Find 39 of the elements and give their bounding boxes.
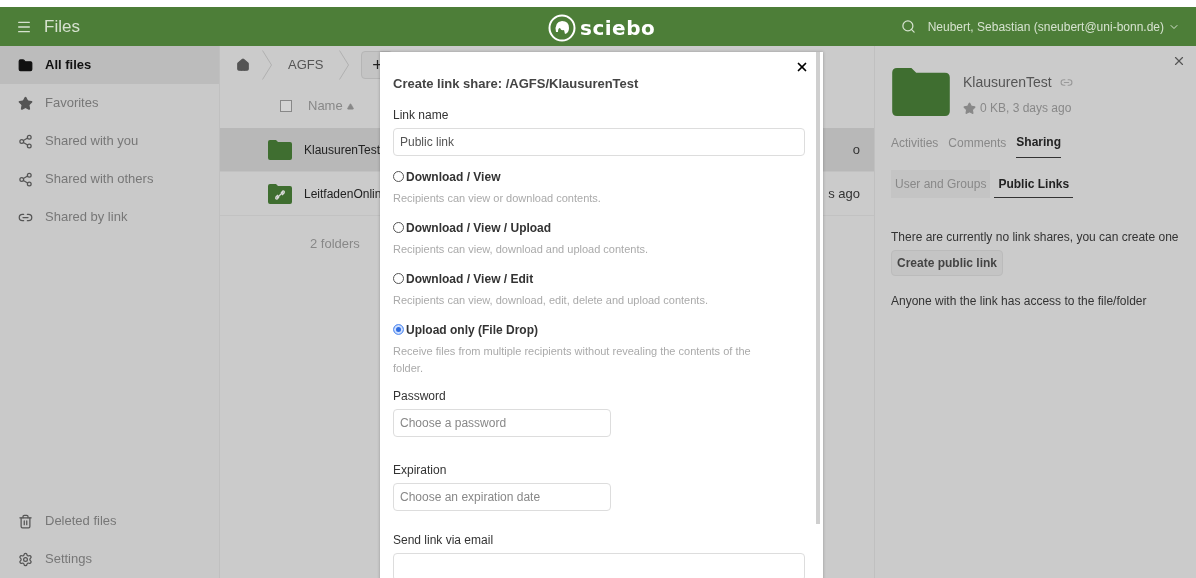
dialog-title: Create link share: /AGFS/KlausurenTest bbox=[393, 75, 640, 93]
field-label: Password bbox=[393, 387, 447, 405]
option-description: Receive files from multiple recipients without revealing the contents of the folder. bbox=[393, 343, 752, 376]
permission-option[interactable]: Download / View bbox=[393, 167, 810, 186]
file-count: 2 folders bbox=[310, 235, 360, 253]
table-cell-text: s ago bbox=[828, 184, 860, 203]
create-public-link-button[interactable]: Create public link bbox=[891, 250, 1004, 276]
expiration-field[interactable]: Choose an expiration date bbox=[393, 482, 611, 511]
link-name-field[interactable]: Public link bbox=[393, 127, 805, 156]
file-meta: 0 KB, 3 days ago bbox=[980, 100, 1072, 117]
sidebar-item[interactable]: Deleted files bbox=[0, 502, 219, 540]
app-title: Files bbox=[44, 15, 80, 38]
option-description: Recipients can view, download and upload contents. bbox=[393, 241, 649, 257]
sidebar-item[interactable]: All files bbox=[0, 46, 219, 84]
field-label: Link name bbox=[393, 106, 450, 124]
sidebar-item[interactable]: Favorites bbox=[0, 84, 219, 122]
permission-option[interactable]: Download / View / Upload bbox=[393, 218, 810, 237]
sidebar-item[interactable]: Shared with others bbox=[0, 160, 219, 198]
password-field[interactable]: Choose a password bbox=[393, 408, 611, 437]
tab[interactable]: Public Links bbox=[994, 170, 1074, 198]
breadcrumb-item[interactable]: AGFS bbox=[284, 55, 328, 75]
file-name: KlausurenTest bbox=[304, 141, 381, 159]
logo-text: sciebo bbox=[580, 15, 656, 42]
info-text: Anyone with the link has access to the file/folder bbox=[891, 293, 1148, 310]
option-description: Recipients can view, download, edit, delete and upload contents. bbox=[393, 292, 709, 308]
permission-option[interactable]: Upload only (File Drop) bbox=[393, 320, 810, 339]
field-label: Send link via email bbox=[393, 531, 495, 549]
table-cell-text: o bbox=[852, 140, 860, 159]
sidebar-item[interactable]: Settings bbox=[0, 540, 219, 578]
permission-option[interactable]: Download / View / Edit bbox=[393, 269, 810, 288]
info-text: There are currently no link shares, you can create one bbox=[891, 229, 1180, 246]
field-label: Expiration bbox=[393, 461, 448, 479]
tab[interactable]: Sharing bbox=[1016, 133, 1062, 158]
option-description: Recipients can view or download contents. bbox=[393, 190, 602, 206]
user-menu[interactable]: Neubert, Sebastian (sneubert@uni-bonn.de) bbox=[927, 17, 1180, 36]
file-name: LeitfadenOnlin bbox=[304, 185, 382, 203]
sidebar-item[interactable]: Shared with you bbox=[0, 122, 219, 160]
sidebar-item[interactable]: Shared by link bbox=[0, 198, 219, 236]
file-title: KlausurenTest bbox=[963, 73, 1052, 92]
